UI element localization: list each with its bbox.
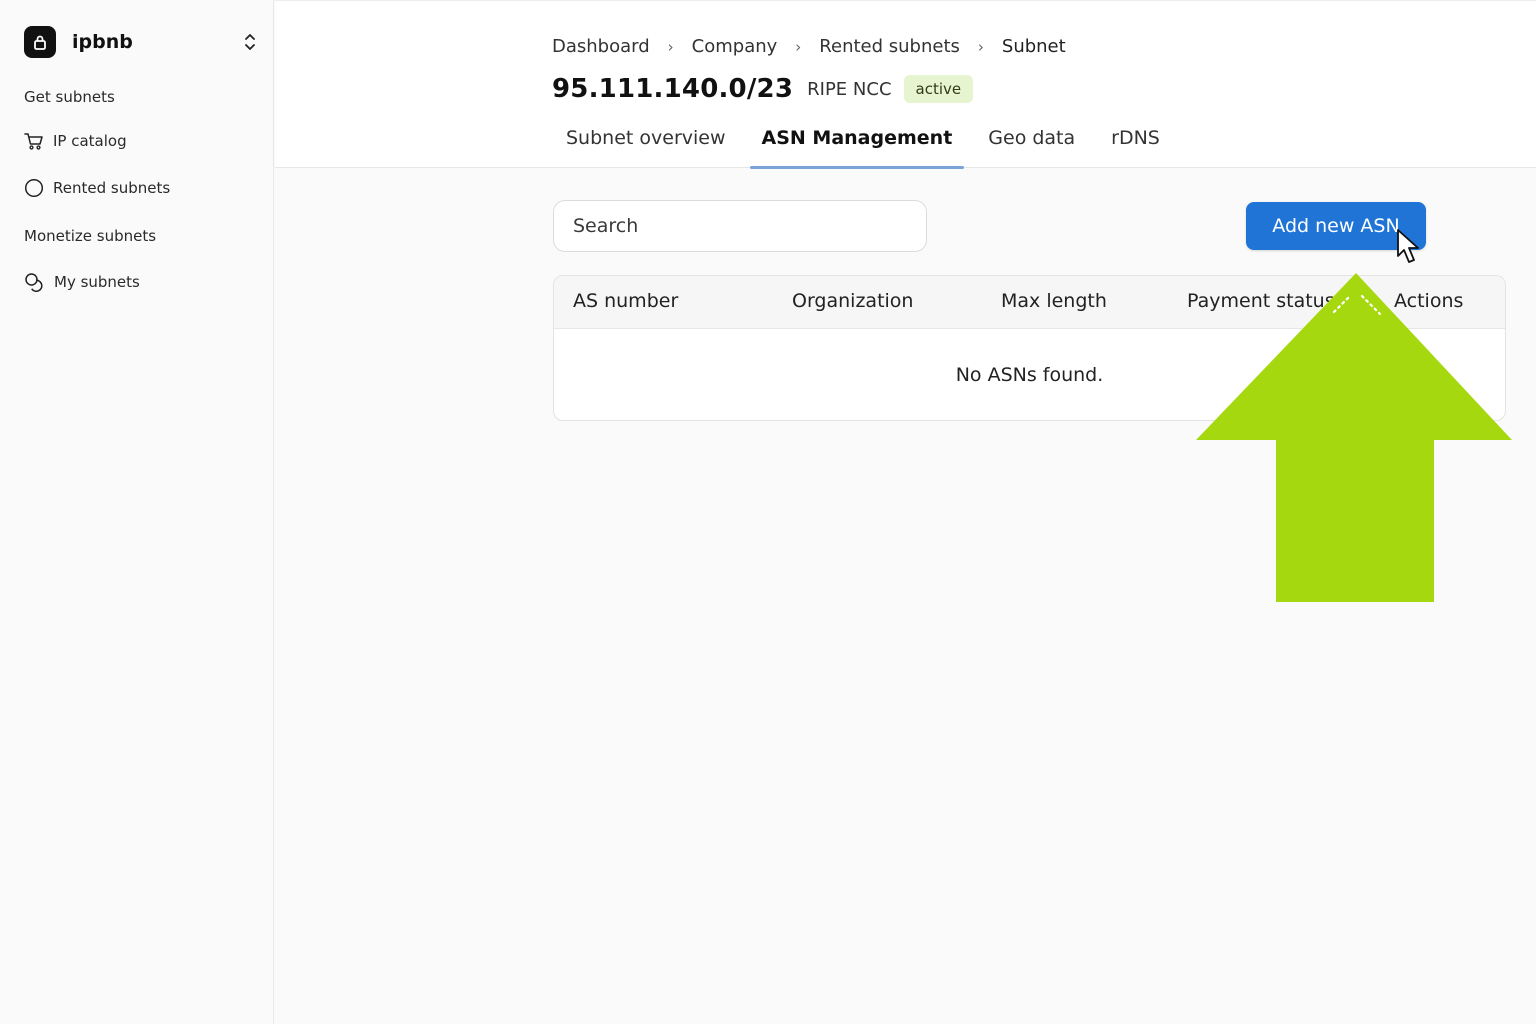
sidebar-item-ip-catalog[interactable]: IP catalog: [24, 131, 127, 151]
sidebar-item-label: Rented subnets: [53, 179, 171, 197]
breadcrumb-subnet: Subnet: [1001, 36, 1066, 57]
tab-rdns[interactable]: rDNS: [1099, 118, 1172, 168]
lock-icon: [34, 35, 46, 50]
sidebar-item-my-subnets[interactable]: My subnets: [24, 272, 140, 292]
column-actions: Actions: [1394, 290, 1464, 312]
breadcrumb-rented-subnets[interactable]: Rented subnets: [819, 36, 960, 57]
section-get-subnets: Get subnets: [24, 88, 115, 106]
add-new-asn-button[interactable]: Add new ASN: [1246, 202, 1426, 250]
page-title: 95.111.140.0/23: [552, 74, 794, 104]
chevron-right-icon: ›: [977, 37, 984, 56]
sidebar-item-rented-subnets[interactable]: Rented subnets: [24, 178, 170, 198]
tab-subnet-overview[interactable]: Subnet overview: [554, 118, 738, 168]
tab-bar: Subnet overview ASN Management Geo data …: [554, 118, 1184, 169]
sidebar: ipbnb Get subnets IP catalog Rented subn…: [0, 0, 274, 1024]
org-switcher[interactable]: ipbnb: [24, 26, 258, 58]
table-header: AS number Organization Max length Paymen…: [554, 276, 1505, 329]
org-logo: [24, 26, 56, 58]
coins-icon: [25, 273, 43, 292]
chevron-up-down-icon[interactable]: [242, 30, 258, 54]
breadcrumb-company[interactable]: Company: [692, 36, 778, 57]
column-organization: Organization: [792, 290, 914, 312]
column-max-length: Max length: [1001, 290, 1107, 312]
breadcrumb: Dashboard › Company › Rented subnets › S…: [552, 36, 1066, 57]
sidebar-item-label: My subnets: [54, 273, 140, 291]
org-name: ipbnb: [72, 31, 133, 53]
tab-geo-data[interactable]: Geo data: [976, 118, 1087, 168]
cart-icon: [24, 133, 43, 150]
empty-state-message: No ASNs found.: [955, 364, 1104, 386]
status-badge: active: [903, 75, 974, 103]
asn-table: AS number Organization Max length Paymen…: [553, 275, 1506, 421]
breadcrumb-dashboard[interactable]: Dashboard: [552, 36, 650, 57]
registry-label: RIPE NCC: [807, 78, 892, 100]
circle-icon: [24, 178, 44, 198]
search-input[interactable]: [553, 200, 927, 252]
section-monetize-subnets: Monetize subnets: [24, 227, 157, 245]
subnet-title-row: 95.111.140.0/23 RIPE NCC active: [552, 74, 974, 104]
tab-asn-management[interactable]: ASN Management: [749, 118, 965, 169]
chevron-right-icon: ›: [667, 37, 674, 56]
column-payment-status: Payment status: [1187, 290, 1335, 312]
sidebar-item-label: IP catalog: [53, 132, 127, 150]
chevron-right-icon: ›: [795, 37, 802, 56]
column-as-number: AS number: [573, 290, 679, 312]
